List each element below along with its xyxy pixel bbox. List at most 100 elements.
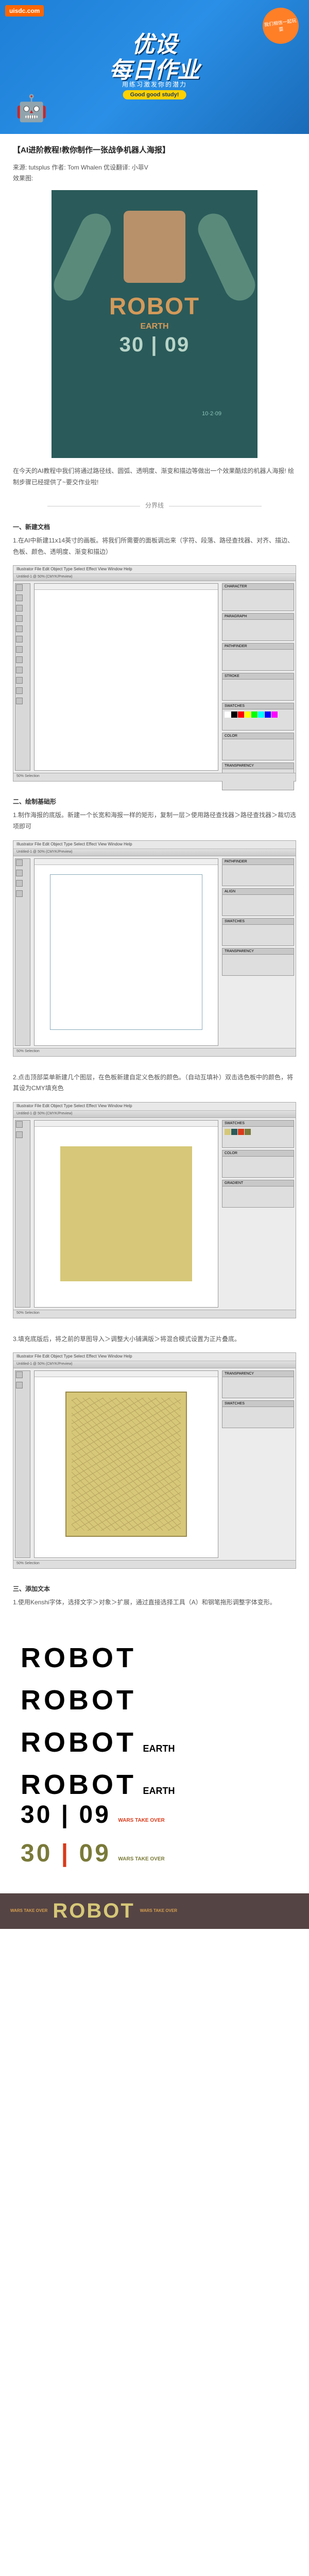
typo-step-2: ROBOT — [21, 1684, 288, 1716]
stroke-panel-tab[interactable]: STROKE — [222, 673, 294, 680]
ai-menubar[interactable]: Illustrator File Edit Object Type Select… — [13, 1103, 296, 1111]
color-panel-tab[interactable]: COLOR — [222, 733, 294, 739]
swatch-magenta[interactable] — [271, 711, 278, 718]
pen-tool-icon[interactable] — [16, 625, 23, 632]
transparency-panel[interactable]: TRANSPARENCY — [222, 948, 294, 976]
pen-tool-icon[interactable] — [16, 880, 23, 887]
ai-doc-title: Untitled-1 @ 50% (CMYK/Preview) — [13, 574, 296, 581]
swatch-green[interactable] — [251, 711, 258, 718]
swatches-panel-tab[interactable]: SWATCHES — [222, 1401, 294, 1407]
lasso-tool-icon[interactable] — [16, 615, 23, 622]
swatch-khaki[interactable] — [225, 1129, 231, 1135]
character-panel[interactable]: CHARACTER — [222, 583, 294, 611]
robot-arm-right-icon — [193, 209, 260, 306]
transparency-panel-tab[interactable]: TRANSPARENCY — [222, 763, 294, 769]
typo-robot: ROBOT — [21, 1726, 136, 1758]
ai-artboard[interactable] — [34, 1370, 218, 1558]
ai-artboard[interactable] — [34, 1120, 218, 1308]
swatch-cyan[interactable] — [258, 711, 264, 718]
gradient-panel[interactable]: GRADIENT — [222, 1180, 294, 1208]
swatch-grid[interactable] — [225, 711, 291, 718]
swatches-panel[interactable]: SWATCHES — [222, 703, 294, 731]
typo-earth: EARTH — [143, 1786, 175, 1797]
ai-status-bar: 50% Selection — [13, 1048, 296, 1056]
scale-tool-icon[interactable] — [16, 698, 23, 704]
canvas-robot-sketch[interactable] — [65, 1392, 187, 1537]
ai-menubar[interactable]: Illustrator File Edit Object Type Select… — [13, 566, 296, 574]
swatch-teal[interactable] — [231, 1129, 237, 1135]
swatch-olive[interactable] — [245, 1129, 251, 1135]
ai-panels: TRANSPARENCY SWATCHES — [222, 1370, 294, 1558]
swatch-grid[interactable] — [225, 1129, 291, 1135]
align-panel-tab[interactable]: ALIGN — [222, 889, 294, 895]
wand-tool-icon[interactable] — [16, 605, 23, 612]
rotate-tool-icon[interactable] — [16, 687, 23, 694]
ai-artboard[interactable] — [34, 583, 218, 771]
swatches-panel[interactable]: SWATCHES — [222, 1120, 294, 1148]
swatches-panel-tab[interactable]: SWATCHES — [222, 1121, 294, 1127]
selection-tool-icon[interactable] — [16, 584, 23, 591]
paragraph-panel-tab[interactable]: PARAGRAPH — [222, 614, 294, 620]
direct-select-tool-icon[interactable] — [16, 870, 23, 876]
swatches-panel[interactable]: SWATCHES — [222, 1400, 294, 1428]
divider-label: 分界线 — [145, 502, 164, 509]
direct-select-tool-icon[interactable] — [16, 595, 23, 601]
selection-tool-icon[interactable] — [16, 859, 23, 866]
gradient-panel-tab[interactable]: GRADIENT — [222, 1180, 294, 1187]
stroke-panel[interactable]: STROKE — [222, 673, 294, 701]
ai-toolbox[interactable] — [15, 1120, 30, 1308]
swatches-panel-tab[interactable]: SWATCHES — [222, 703, 294, 709]
swatches-panel-tab[interactable]: SWATCHES — [222, 919, 294, 925]
ai-toolbox[interactable] — [15, 583, 30, 771]
canvas-base-rect[interactable] — [50, 874, 202, 1030]
pathfinder-panel-tab[interactable]: PATHFINDER — [222, 643, 294, 650]
selection-tool-icon[interactable] — [16, 1371, 23, 1378]
swatch-black[interactable] — [231, 711, 237, 718]
site-logo[interactable]: uisdc.com — [5, 5, 44, 16]
type-tool-icon[interactable] — [16, 636, 23, 642]
ai-menubar[interactable]: Illustrator File Edit Object Type Select… — [13, 841, 296, 849]
color-panel[interactable]: COLOR — [222, 1150, 294, 1178]
ai-toolbox[interactable] — [15, 1370, 30, 1558]
paragraph-panel[interactable]: PARAGRAPH — [222, 613, 294, 641]
pathfinder-panel[interactable]: PATHFINDER — [222, 858, 294, 886]
transparency-panel[interactable]: TRANSPARENCY — [222, 1370, 294, 1398]
ai-ruler — [35, 1371, 218, 1377]
ai-doc-title: Untitled-1 @ 50% (CMYK/Preview) — [13, 849, 296, 856]
pathfinder-panel[interactable]: PATHFINDER — [222, 643, 294, 671]
transparency-panel-tab[interactable]: TRANSPARENCY — [222, 1371, 294, 1377]
final-small-left: WARS TAKE OVER — [10, 1909, 47, 1913]
ai-artboard[interactable] — [34, 858, 218, 1046]
pathfinder-panel-tab[interactable]: PATHFINDER — [222, 859, 294, 865]
swatch-yellow[interactable] — [245, 711, 251, 718]
rectangle-tool-icon[interactable] — [16, 656, 23, 663]
sketch-lines-icon — [72, 1398, 181, 1531]
corner-badge: 我们相信一起玩耍 — [260, 5, 301, 46]
swatch-blue[interactable] — [265, 711, 271, 718]
swatch-white[interactable] — [225, 711, 231, 718]
color-panel[interactable]: COLOR — [222, 733, 294, 760]
character-panel-tab[interactable]: CHARACTER — [222, 584, 294, 590]
typo-step-1: ROBOT — [21, 1642, 288, 1674]
ai-menubar[interactable]: Illustrator File Edit Object Type Select… — [13, 1353, 296, 1361]
source-label: 来源: — [13, 164, 29, 171]
swatches-panel[interactable]: SWATCHES — [222, 918, 294, 946]
direct-select-tool-icon[interactable] — [16, 1131, 23, 1138]
section-2-text-1: 1.制作海报的底版。新建一个长宽和海报一样的矩形，复制一层＞使用路径查找器＞路径… — [13, 810, 296, 832]
canvas-khaki-rect[interactable] — [60, 1146, 192, 1281]
direct-select-tool-icon[interactable] — [16, 1382, 23, 1388]
ai-screenshot-1: Illustrator File Edit Object Type Select… — [13, 565, 296, 782]
typo-num1: 30 — [21, 1801, 52, 1828]
pencil-tool-icon[interactable] — [16, 677, 23, 684]
line-tool-icon[interactable] — [16, 646, 23, 653]
color-panel-tab[interactable]: COLOR — [222, 1150, 294, 1157]
selection-tool-icon[interactable] — [16, 1121, 23, 1128]
type-tool-icon[interactable] — [16, 890, 23, 897]
swatch-red[interactable] — [238, 711, 244, 718]
swatch-red2[interactable] — [238, 1129, 244, 1135]
brush-tool-icon[interactable] — [16, 667, 23, 673]
align-panel[interactable]: ALIGN — [222, 888, 294, 916]
typo-num1-olive: 30 — [21, 1840, 52, 1867]
transparency-panel-tab[interactable]: TRANSPARENCY — [222, 948, 294, 955]
ai-toolbox[interactable] — [15, 858, 30, 1046]
